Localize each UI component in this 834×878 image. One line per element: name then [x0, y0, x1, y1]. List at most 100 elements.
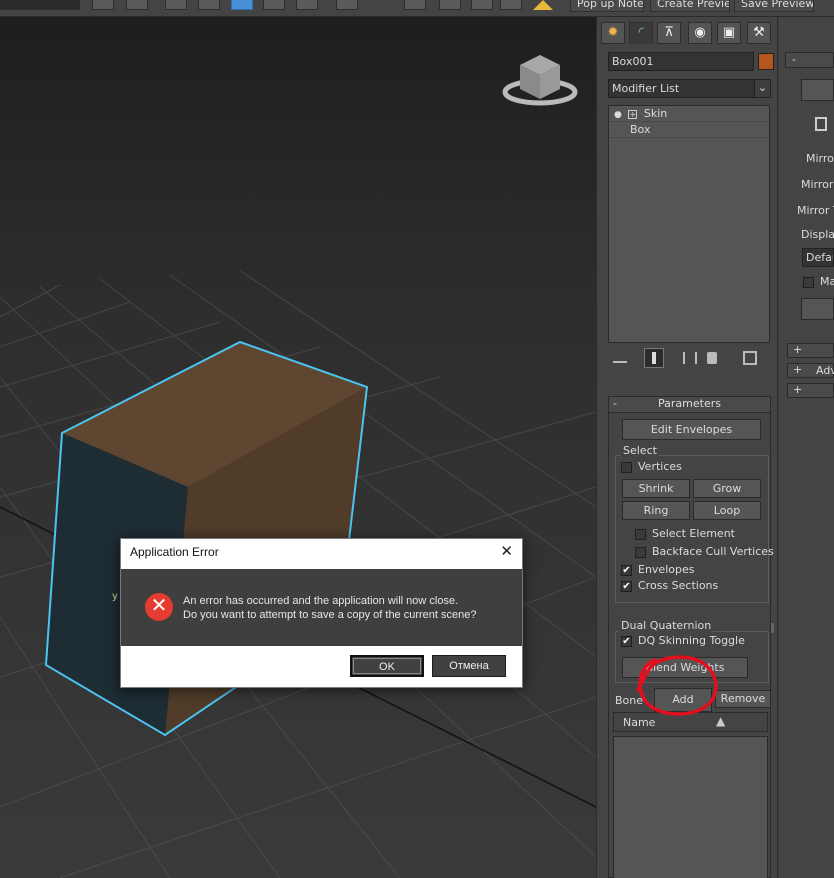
edit-envelopes-button[interactable]: Edit Envelopes: [622, 419, 761, 440]
error-message-line1: An error has occurred and the applicatio…: [183, 595, 459, 607]
dq-skinning-toggle-checkbox[interactable]: ✔ DQ Skinning Toggle: [621, 634, 745, 650]
create-tab-icon[interactable]: ✹: [601, 22, 625, 44]
envelopes-checkbox[interactable]: ✔ Envelopes: [621, 563, 694, 579]
rollout-header[interactable]: -: [785, 52, 834, 68]
configure-sets-icon[interactable]: [743, 351, 757, 365]
expand-icon[interactable]: +: [628, 110, 638, 119]
motion-tab-icon[interactable]: ◉: [688, 22, 712, 44]
perspective-viewport[interactable]: y: [0, 17, 596, 878]
bone-list-header[interactable]: Name ▲: [613, 712, 768, 732]
chevron-down-icon: ⌄: [754, 80, 770, 97]
grow-button[interactable]: Grow: [693, 479, 761, 498]
collapse-icon: -: [792, 53, 796, 66]
display-tab-icon[interactable]: ▣: [717, 22, 741, 44]
checkbox-label: DQ Skinning Toggle: [638, 634, 745, 647]
checkbox-label: Backface Cull Vertices: [652, 545, 774, 558]
remove-modifier-icon[interactable]: [707, 352, 717, 364]
show-end-result-icon[interactable]: [644, 348, 664, 368]
toolbar-button[interactable]: [404, 0, 426, 10]
modifier-stack[interactable]: ● + Skin Box: [608, 105, 770, 343]
mirror-icon[interactable]: [815, 117, 827, 131]
lightbulb-icon[interactable]: ●: [614, 110, 622, 120]
toolbar-button[interactable]: [296, 0, 318, 10]
modifier-list-label: Modifier List: [612, 82, 680, 95]
checkbox-box[interactable]: ✔: [621, 564, 632, 576]
bone-list[interactable]: [613, 736, 768, 878]
select-element-checkbox[interactable]: Select Element: [635, 527, 735, 543]
make-unique-icon[interactable]: [683, 352, 697, 364]
checkbox-box[interactable]: ✔: [621, 580, 632, 592]
toolbar-button[interactable]: [336, 0, 358, 10]
toolbar-button-active[interactable]: [231, 0, 253, 10]
pop-up-note-button[interactable]: Pop up Note: [570, 0, 644, 12]
rollout-header[interactable]: +: [787, 343, 834, 358]
toolbar-button[interactable]: [439, 0, 461, 10]
parameters-rollout-header[interactable]: - Parameters: [609, 397, 770, 413]
expand-icon: +: [793, 363, 803, 376]
checkbox-label: Envelopes: [638, 563, 695, 576]
vertices-checkbox[interactable]: Vertices: [621, 460, 682, 476]
panel-checkbox[interactable]: Ma: [803, 275, 834, 291]
ok-button[interactable]: OK: [350, 655, 424, 677]
panel-scrollbar[interactable]: [771, 623, 774, 633]
error-icon: ✕: [145, 593, 173, 621]
checkbox-box[interactable]: ✔: [621, 635, 632, 647]
toolbar-button[interactable]: [198, 0, 220, 10]
checkbox-box[interactable]: [635, 546, 646, 558]
dialog-title: Application Error: [130, 545, 219, 559]
checkbox-box[interactable]: [621, 461, 632, 473]
ring-button[interactable]: Ring: [622, 501, 690, 520]
checkbox-label: Vertices: [638, 460, 682, 473]
default-dropdown[interactable]: Defau: [802, 248, 834, 267]
expand-icon: +: [793, 343, 803, 356]
rollout-title: Parameters: [658, 397, 721, 410]
backface-cull-checkbox[interactable]: Backface Cull Vertices: [635, 545, 774, 561]
close-icon[interactable]: ✕: [500, 542, 513, 560]
toolbar-button[interactable]: [471, 0, 493, 10]
loop-button[interactable]: Loop: [693, 501, 761, 520]
object-name-field[interactable]: Box001: [608, 52, 754, 71]
toolbar-button[interactable]: [263, 0, 285, 10]
panel-button[interactable]: [801, 79, 834, 101]
bones-label: Bone: [615, 694, 644, 707]
checkbox-box[interactable]: [803, 276, 814, 288]
add-bone-button[interactable]: Add: [654, 688, 712, 712]
toolbar-button[interactable]: [500, 0, 522, 10]
parameters-rollout: - Parameters Edit Envelopes Select Verti…: [608, 396, 774, 878]
main-toolbar: Pop up Note Create Preview Save Preview: [0, 0, 834, 17]
modifier-list-dropdown[interactable]: Modifier List ⌄: [608, 79, 771, 98]
toolbar-button[interactable]: [126, 0, 148, 10]
utilities-tab-icon[interactable]: ⚒: [747, 22, 771, 44]
stack-item-skin[interactable]: ● + Skin: [609, 106, 769, 122]
dialog-body: ✕ An error has occurred and the applicat…: [121, 569, 522, 646]
stack-item-box[interactable]: Box: [609, 122, 769, 138]
viewcube-icon[interactable]: [502, 55, 578, 106]
stack-item-label: Box: [630, 123, 651, 136]
remove-bone-button[interactable]: Remove: [715, 690, 771, 708]
warning-icon[interactable]: [533, 0, 553, 10]
select-group-label: Select: [621, 444, 659, 457]
sort-ascending-icon[interactable]: ▲: [716, 714, 725, 728]
blend-weights-button[interactable]: Blend Weights: [622, 657, 748, 678]
rollout-header[interactable]: +: [787, 383, 834, 398]
cross-sections-checkbox[interactable]: ✔ Cross Sections: [621, 579, 718, 595]
toolbar-field[interactable]: [0, 0, 80, 10]
hierarchy-tab-icon[interactable]: ⊼: [657, 22, 681, 44]
viewport-scene: [0, 55, 596, 878]
object-color-swatch[interactable]: [758, 53, 774, 70]
axis-label: y: [112, 591, 118, 602]
command-panel: ✹ ◜ ⊼ ◉ ▣ ⚒ Box001 Modifier List ⌄ ● + S…: [596, 17, 778, 878]
advanced-rollout-header[interactable]: + Adv: [787, 363, 834, 378]
checkbox-box[interactable]: [635, 528, 646, 540]
checkbox-label: Ma: [820, 275, 834, 288]
pin-stack-icon[interactable]: [613, 351, 627, 363]
toolbar-button[interactable]: [165, 0, 187, 10]
modify-tab-icon[interactable]: ◜: [629, 22, 653, 44]
toolbar-button[interactable]: [92, 0, 114, 10]
shrink-button[interactable]: Shrink: [622, 479, 690, 498]
panel-button[interactable]: [801, 298, 834, 320]
create-preview-button[interactable]: Create Preview: [650, 0, 730, 12]
name-column-header: Name: [623, 716, 656, 729]
cancel-button[interactable]: Отмена: [432, 655, 506, 677]
save-preview-button[interactable]: Save Preview: [734, 0, 814, 12]
